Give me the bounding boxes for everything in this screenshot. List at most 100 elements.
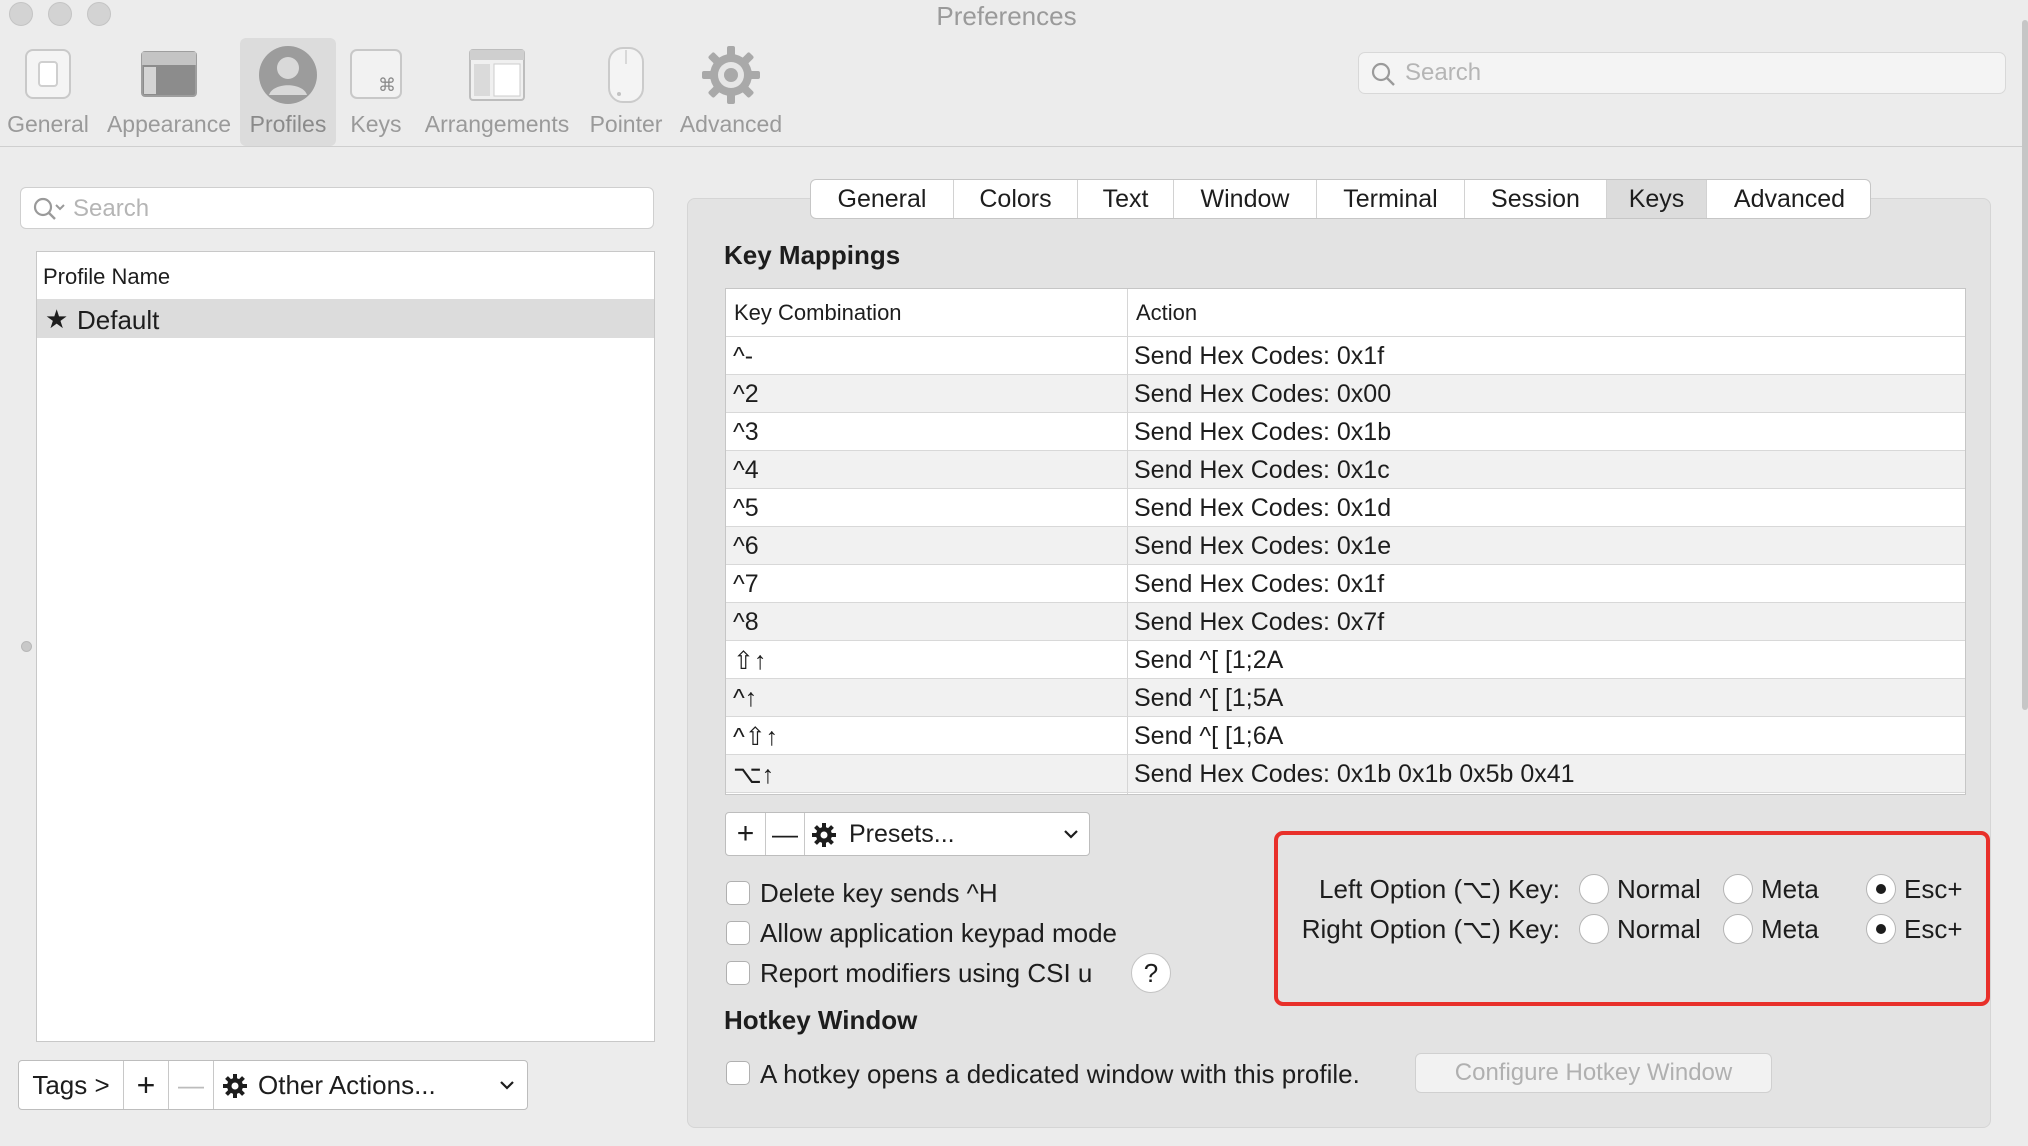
tab-text[interactable]: Text bbox=[1078, 180, 1174, 218]
toolbar-label: Pointer bbox=[589, 111, 663, 137]
search-icon bbox=[1371, 62, 1395, 86]
action-column-header[interactable]: Action bbox=[1128, 289, 1965, 337]
general-switch-icon bbox=[19, 44, 77, 107]
table-row[interactable]: ^↑ Send ^[ [1;5A bbox=[726, 679, 1965, 717]
chevron-down-icon bbox=[500, 1081, 514, 1090]
table-row[interactable]: ^7 Send Hex Codes: 0x1f bbox=[726, 565, 1965, 603]
delete-sends-h-checkbox[interactable] bbox=[726, 881, 750, 905]
table-row[interactable]: ^4 Send Hex Codes: 0x1c bbox=[726, 451, 1965, 489]
gear-icon bbox=[700, 44, 762, 111]
action-cell: Send ^[ [1;2A bbox=[1134, 646, 1284, 674]
search-placeholder: Search bbox=[1405, 59, 1482, 86]
profile-list[interactable]: Profile Name ★ Default bbox=[36, 251, 655, 1042]
profile-name-column-header: Profile Name bbox=[43, 264, 171, 289]
mouse-pointer-icon bbox=[597, 44, 655, 111]
table-row[interactable]: ^5 Send Hex Codes: 0x1d bbox=[726, 489, 1965, 527]
tab-keys[interactable]: Keys bbox=[1607, 180, 1707, 218]
csi-u-checkbox[interactable] bbox=[726, 961, 750, 985]
left-option-key-label: Left Option (⌥) Key: bbox=[1319, 874, 1560, 904]
profile-list-header[interactable]: Profile Name bbox=[37, 252, 654, 300]
table-row[interactable]: ^8 Send Hex Codes: 0x7f bbox=[726, 603, 1965, 641]
left-option-meta-radio[interactable] bbox=[1723, 874, 1753, 904]
other-actions-label: Other Actions... bbox=[258, 1070, 436, 1100]
right-option-esc-radio[interactable] bbox=[1866, 914, 1896, 944]
configure-hotkey-window-button[interactable]: Configure Hotkey Window bbox=[1415, 1053, 1772, 1093]
toolbar-label: Advanced bbox=[679, 111, 783, 137]
csi-u-label: Report modifiers using CSI u bbox=[760, 958, 1093, 988]
tab-label: Keys bbox=[1628, 185, 1685, 213]
add-profile-button[interactable]: + bbox=[124, 1061, 169, 1109]
left-option-normal-radio[interactable] bbox=[1579, 874, 1609, 904]
hotkey-window-title: Hotkey Window bbox=[724, 1005, 918, 1035]
help-button[interactable]: ? bbox=[1131, 953, 1171, 993]
tab-label: Colors bbox=[979, 185, 1052, 213]
toolbar-label: Profiles bbox=[249, 111, 327, 137]
right-option-normal-radio[interactable] bbox=[1579, 914, 1609, 944]
tab-label: Text bbox=[1102, 185, 1149, 213]
preferences-search-input[interactable]: Search bbox=[1358, 52, 2006, 94]
toolbar-appearance[interactable]: Appearance bbox=[104, 38, 234, 146]
key-mappings-table[interactable]: Key Combination Action ^- Send Hex Codes:… bbox=[725, 288, 1966, 795]
key-combination-cell: ⌥↑ bbox=[733, 761, 775, 789]
toolbar-profiles[interactable]: Profiles bbox=[240, 38, 336, 146]
gear-icon bbox=[812, 823, 836, 847]
presets-dropdown[interactable]: Presets... bbox=[805, 813, 1089, 855]
window-title: Preferences bbox=[936, 1, 1077, 31]
window-scrollbar[interactable] bbox=[2022, 20, 2028, 710]
table-row[interactable]: ^- Send Hex Codes: 0x1f bbox=[726, 337, 1965, 375]
left-option-esc-radio[interactable] bbox=[1866, 874, 1896, 904]
tab-label: General bbox=[837, 185, 927, 213]
key-combination-cell: ^7 bbox=[733, 570, 759, 598]
table-row[interactable]: ^⇧↑ Send ^[ [1;6A bbox=[726, 717, 1965, 755]
action-cell: Send Hex Codes: 0x1c bbox=[1134, 456, 1390, 484]
search-placeholder: Search bbox=[73, 195, 150, 222]
action-cell: Send Hex Codes: 0x1e bbox=[1134, 532, 1392, 560]
profile-search-input[interactable]: Search bbox=[20, 187, 654, 229]
tags-label: Tags > bbox=[32, 1070, 110, 1100]
tab-session[interactable]: Session bbox=[1465, 180, 1607, 218]
table-row[interactable]: ^3 Send Hex Codes: 0x1b bbox=[726, 413, 1965, 451]
plus-icon: + bbox=[136, 1067, 156, 1103]
action-cell: Send Hex Codes: 0x7f bbox=[1134, 608, 1385, 636]
key-combination-cell: ⇧↑ bbox=[733, 647, 767, 675]
delete-sends-h-label: Delete key sends ^H bbox=[760, 878, 998, 908]
key-combination-cell: ^4 bbox=[733, 456, 759, 484]
table-row[interactable]: ⌥↑ Send Hex Codes: 0x1b 0x1b 0x5b 0x41 bbox=[726, 755, 1965, 793]
keypad-mode-label: Allow application keypad mode bbox=[760, 918, 1117, 948]
toolbar-advanced[interactable]: Advanced bbox=[676, 38, 786, 146]
keypad-mode-checkbox[interactable] bbox=[726, 921, 750, 945]
tab-window[interactable]: Window bbox=[1174, 180, 1317, 218]
tags-button[interactable]: Tags > bbox=[19, 1061, 124, 1109]
tab-terminal[interactable]: Terminal bbox=[1317, 180, 1465, 218]
table-row[interactable]: ^2 Send Hex Codes: 0x00 bbox=[726, 375, 1965, 413]
key-combination-column-header[interactable]: Key Combination bbox=[726, 289, 1127, 337]
appearance-icon bbox=[139, 44, 199, 107]
profile-row-default[interactable]: ★ Default bbox=[37, 300, 654, 338]
remove-key-mapping-button[interactable]: — bbox=[766, 813, 805, 855]
table-row[interactable]: ⇧↑ Send ^[ [1;2A bbox=[726, 641, 1965, 679]
action-cell: Send Hex Codes: 0x1b bbox=[1134, 418, 1392, 446]
toolbar-pointer[interactable]: Pointer bbox=[584, 38, 668, 146]
profile-actions-bar: Tags > + — Other Actions... bbox=[18, 1060, 528, 1110]
add-key-mapping-button[interactable]: + bbox=[726, 813, 766, 855]
split-view-handle[interactable] bbox=[21, 641, 32, 652]
right-option-meta-radio[interactable] bbox=[1723, 914, 1753, 944]
arrangements-icon bbox=[466, 44, 528, 109]
toolbar-keys[interactable]: ⌘ Keys bbox=[344, 38, 408, 146]
table-row[interactable]: ^6 Send Hex Codes: 0x1e bbox=[726, 527, 1965, 565]
radio-label: Normal bbox=[1617, 914, 1701, 944]
tab-advanced[interactable]: Advanced bbox=[1707, 180, 1870, 218]
profiles-person-icon bbox=[257, 44, 319, 111]
toolbar-arrangements[interactable]: Arrangements bbox=[422, 38, 572, 146]
other-actions-dropdown[interactable]: Other Actions... bbox=[214, 1061, 527, 1109]
tab-label: Session bbox=[1491, 185, 1580, 213]
tab-colors[interactable]: Colors bbox=[954, 180, 1078, 218]
right-option-key-label: Right Option (⌥) Key: bbox=[1301, 914, 1560, 944]
profile-name: Default bbox=[77, 305, 160, 335]
toolbar-general[interactable]: General bbox=[2, 38, 94, 146]
hotkey-checkbox[interactable] bbox=[726, 1061, 750, 1085]
remove-profile-button[interactable]: — bbox=[169, 1061, 214, 1109]
key-mappings-title: Key Mappings bbox=[724, 240, 901, 270]
svg-text:⌘: ⌘ bbox=[378, 75, 396, 96]
tab-general[interactable]: General bbox=[811, 180, 954, 218]
